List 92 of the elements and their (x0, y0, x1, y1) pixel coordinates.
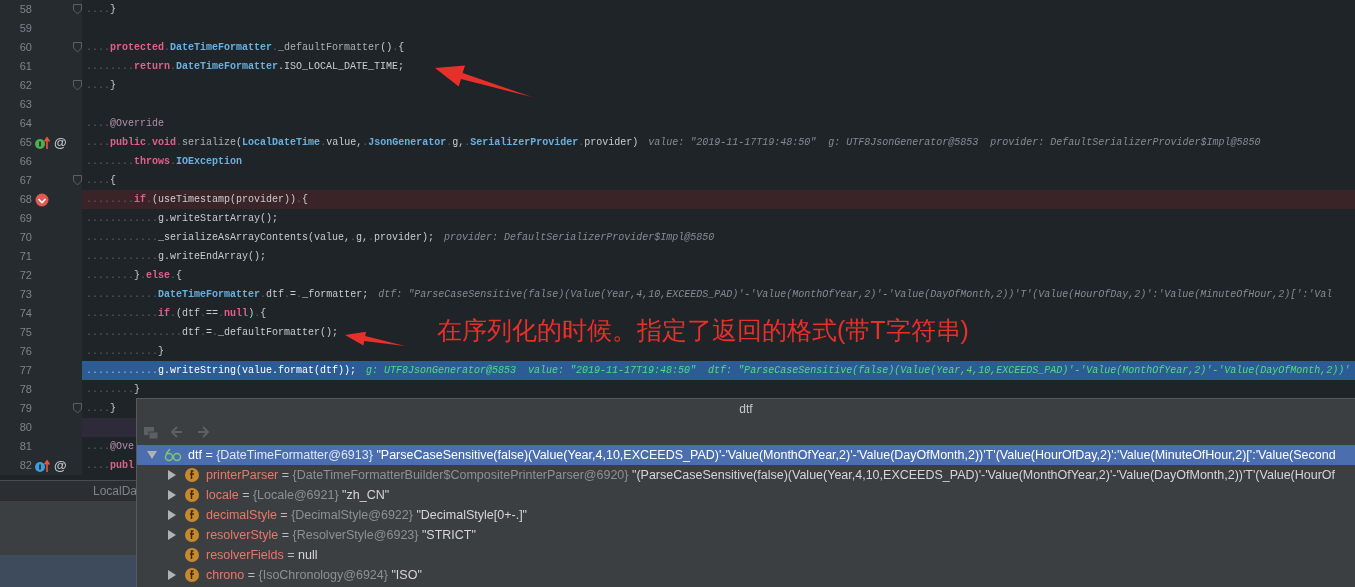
code-line: ....} (86, 79, 117, 93)
inline-value-hint: provider: DefaultSerializerProvider$Impl@5850 (444, 231, 715, 245)
fold-marker-icon[interactable] (73, 4, 82, 15)
line-number: 67 (18, 173, 32, 189)
line-number: 74 (18, 306, 32, 322)
line-number: 78 (18, 382, 32, 398)
code-line: ........} (86, 383, 141, 397)
line-number: 69 (18, 211, 32, 227)
field-icon (184, 487, 200, 503)
line-number: 77 (18, 363, 32, 379)
collapsed-arrow-icon[interactable] (167, 470, 177, 480)
collapsed-arrow-icon[interactable] (167, 530, 177, 540)
line-number: 71 (18, 249, 32, 265)
code-line: ........return.DateTimeFormatter.ISO_LOCAL_DATE_TIME; (86, 60, 405, 74)
code-line: ....{ (86, 174, 117, 188)
code-line: ....public.void.serialize(LocalDateTime.value,.JsonGenerator.g,.SerializerProvider.provider) (86, 136, 639, 150)
fold-marker-icon[interactable] (73, 403, 82, 414)
line-number: 64 (18, 116, 32, 132)
collapsed-arrow-icon[interactable] (167, 510, 177, 520)
tree-row[interactable]: dtf = {DateTimeFormatter@6913} "ParseCaseSensitive(false)(Value(Year,4,10,EXCEEDS_PAD)'-'Value(MonthOfYear,2)'-'Value(DayOfMonth,2))'T'(Value(HourOfDay,2)':'Value(MinuteOfHour,2)[':'Value(Second (137, 445, 1355, 465)
line-number: 81 (18, 439, 32, 455)
fold-marker-icon[interactable] (73, 175, 82, 186)
fold-marker-icon[interactable] (73, 80, 82, 91)
collapsed-arrow-icon[interactable] (167, 490, 177, 500)
pointer-arrow (345, 331, 405, 346)
annotation-marker: @ (54, 136, 67, 149)
line-number: 75 (18, 325, 32, 341)
field-icon (184, 467, 200, 483)
code-line: ....} (86, 3, 117, 17)
line-number: 73 (18, 287, 32, 303)
expanded-arrow-icon[interactable] (147, 450, 157, 460)
variable-entry: chrono = {IsoChronology@6924} "ISO" (206, 566, 422, 584)
variable-entry: resolverStyle = {ResolverStyle@6923} "STRICT" (206, 526, 476, 544)
variable-entry: resolverFields = null (206, 546, 318, 564)
popup-title: dtf (739, 401, 753, 418)
inline-value-hint: g: UTF8JsonGenerator@5853 value: "2019-11-17T19:48:50" dtf: "ParseCaseSensitive(false)(Value(Year,4,10,EXCEEDS_PAD)'-'Value(MonthOfYear,2)'-'Value(DayOfMonth,2))' (366, 364, 1351, 378)
line-number: 61 (18, 59, 32, 75)
code-line: ........}.else.{ (86, 269, 183, 283)
code-line: ....@Ove (86, 440, 135, 454)
code-line: ....@Override (86, 117, 165, 131)
breakpoint-icon[interactable] (35, 192, 49, 207)
code-line: ............g.writeStartArray(); (86, 212, 279, 226)
circle-arrow-icon[interactable] (35, 458, 51, 473)
circle-arrow-icon[interactable] (35, 135, 51, 150)
line-number: 76 (18, 344, 32, 360)
code-line: ....protected.DateTimeFormatter._defaultFormatter().{ (86, 41, 405, 55)
breadcrumb[interactable]: LocalDa (93, 481, 138, 500)
code-line: ....} (86, 402, 117, 416)
inline-value-hint: dtf: "ParseCaseSensitive(false)(Value(Year,4,10,EXCEEDS_PAD)'-'Value(MonthOfYear,2)'-'Value(DayOfMonth,2))'T'(Value(HourOfDay,2)':'Value(MinuteOfHour,2)[':'Val (378, 288, 1333, 302)
annotation-marker: @ (54, 459, 67, 472)
code-line: ............} (86, 345, 165, 359)
code-line: ........throws.IOException (86, 155, 243, 169)
annotation-text: 在序列化的时候。指定了返回的格式(带T字符串) (437, 315, 969, 346)
code-line: ............g.writeEndArray(); (86, 250, 267, 264)
code-line: ............if.(dtf.==.null).{ (86, 307, 267, 321)
line-number: 60 (18, 40, 32, 56)
line-number: 63 (18, 97, 32, 113)
line-number: 80 (18, 420, 32, 436)
tree-row[interactable]: decimalStyle = {DecimalStyle@6922} "DecimalStyle[0+-.]" (137, 505, 1355, 525)
tree-row[interactable]: chrono = {IsoChronology@6924} "ISO" (137, 565, 1355, 585)
inline-value-hint: value: "2019-11-17T19:48:50" g: UTF8JsonGenerator@5853 provider: DefaultSerializerProvider$Impl@5850 (648, 136, 1261, 150)
variable-entry: decimalStyle = {DecimalStyle@6922} "DecimalStyle[0+-.]" (206, 506, 528, 524)
field-icon (184, 527, 200, 543)
collapsed-arrow-icon[interactable] (167, 570, 177, 580)
field-icon (184, 567, 200, 583)
line-number: 79 (18, 401, 32, 417)
variable-entry: printerParser = {DateTimeFormatterBuilder$CompositePrinterParser@6920} "(ParseCaseSensitive(false)(Value(Year,4,10,EXCEEDS_PAD)'-'Value(MonthOfYear,2)'-'Value(DayOfMonth,2))'T'(Value(HourOf (206, 466, 1336, 484)
line-number: 58 (18, 2, 32, 18)
tree-row[interactable]: printerParser = {DateTimeFormatterBuilder$CompositePrinterParser@6920} "(ParseCaseSensitive(false)(Value(Year,4,10,EXCEEDS_PAD)'-'Value(MonthOfYear,2)'-'Value(DayOfMonth,2))'T'(Value(HourOf (137, 465, 1355, 485)
tree-row[interactable]: resolverStyle = {ResolverStyle@6923} "STRICT" (137, 525, 1355, 545)
code-line: ............g.writeString(value.format(dtf)); (86, 364, 357, 378)
code-line: ....publ (86, 459, 135, 473)
line-number: 68 (18, 192, 32, 208)
code-line: ........if.(useTimestamp(provider)).{ (86, 193, 309, 207)
line-number: 72 (18, 268, 32, 284)
code-line: ............_serializeAsArrayContents(value,.g,.provider); (86, 231, 435, 245)
variable-entry: dtf = {DateTimeFormatter@6913} "ParseCaseSensitive(false)(Value(Year,4,10,EXCEEDS_PAD)'-'Value(MonthOfYear,2)'-'Value(DayOfMonth,2))'T'(Value(HourOfDay,2)':'Value(MinuteOfHour,2)[':'Value(Second (188, 446, 1336, 464)
code-line: ................dtf.=._defaultFormatter(); (86, 326, 339, 340)
line-number: 59 (18, 21, 32, 37)
fold-marker-icon[interactable] (73, 42, 82, 53)
code-line: ............DateTimeFormatter.dtf.=._formatter; (86, 288, 369, 302)
field-icon (184, 547, 200, 563)
line-number: 66 (18, 154, 32, 170)
glasses-icon (164, 448, 182, 462)
line-number: 65 (18, 135, 32, 151)
variable-entry: locale = {Locale@6921} "zh_CN" (206, 486, 390, 504)
tree-row[interactable]: locale = {Locale@6921} "zh_CN" (137, 485, 1355, 505)
line-number: 70 (18, 230, 32, 246)
line-number: 62 (18, 78, 32, 94)
line-number: 82 (18, 458, 32, 474)
field-icon (184, 507, 200, 523)
tree-row[interactable]: resolverFields = null (137, 545, 1355, 565)
